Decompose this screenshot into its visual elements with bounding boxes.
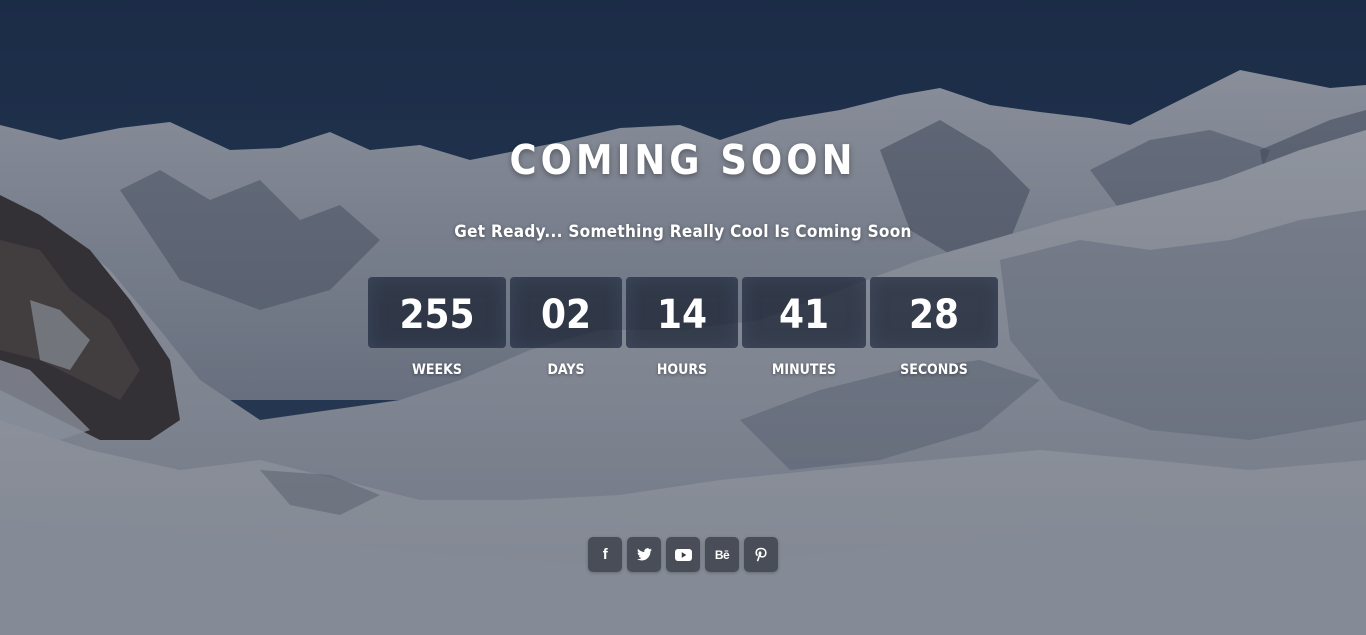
countdown-hours: 14 HOURS	[626, 277, 738, 387]
twitter-icon	[636, 548, 652, 561]
countdown-minutes-label: MINUTES	[771, 362, 837, 378]
page-title: COMING SOON	[509, 136, 857, 184]
coming-soon-page: COMING SOON Get Ready... Something Reall…	[0, 0, 1366, 635]
youtube-icon	[674, 548, 692, 561]
countdown-seconds-label: SECONDS	[900, 362, 968, 378]
social-links: f Bē	[588, 537, 778, 572]
countdown-days-label: DAYS	[547, 362, 585, 378]
coming-soon-content: COMING SOON Get Ready... Something Reall…	[0, 0, 1366, 635]
facebook-icon: f	[602, 546, 608, 563]
youtube-button[interactable]	[666, 537, 700, 572]
countdown-days: 02 DAYS	[510, 277, 622, 387]
countdown-hours-value: 14	[656, 292, 708, 338]
countdown-weeks-label: WEEKS	[412, 362, 462, 378]
countdown-timer: 255 WEEKS 02 DAYS 14 HOURS 41 MINUTES 28	[368, 277, 998, 387]
behance-icon: Bē	[714, 547, 730, 562]
pinterest-button[interactable]	[744, 537, 778, 572]
countdown-seconds: 28 SECONDS	[870, 277, 998, 387]
pinterest-icon	[755, 547, 767, 562]
countdown-weeks-value: 255	[399, 292, 475, 338]
countdown-seconds-value: 28	[908, 292, 960, 338]
countdown-minutes-value: 41	[778, 292, 830, 338]
page-subtitle: Get Ready... Something Really Cool Is Co…	[454, 222, 912, 242]
countdown-hours-label: HOURS	[656, 362, 708, 378]
countdown-days-value: 02	[540, 292, 592, 338]
behance-button[interactable]: Bē	[705, 537, 739, 572]
countdown-weeks: 255 WEEKS	[368, 277, 506, 387]
twitter-button[interactable]	[627, 537, 661, 572]
facebook-button[interactable]: f	[588, 537, 622, 572]
countdown-minutes: 41 MINUTES	[742, 277, 866, 387]
